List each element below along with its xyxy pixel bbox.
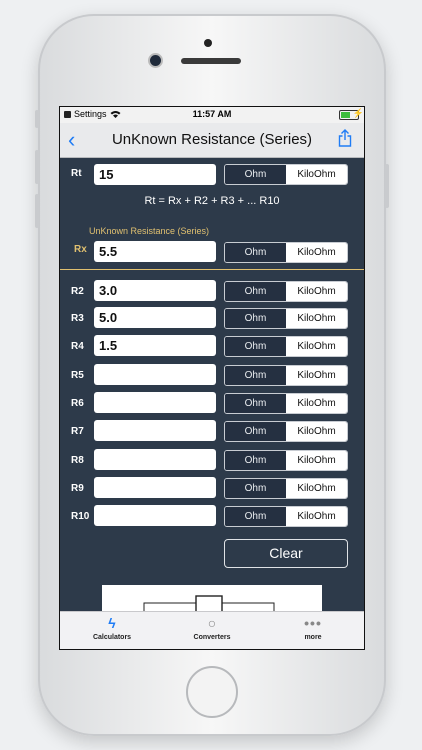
- resistor-input[interactable]: 3.0: [94, 280, 216, 301]
- bolt-circle-icon: ○: [207, 615, 217, 631]
- resistor-unit-selector[interactable]: Ohm KiloOhm: [224, 421, 348, 442]
- volume-down-button: [35, 194, 39, 228]
- resistor-input[interactable]: [94, 392, 216, 413]
- rt-label: Rt: [71, 168, 82, 179]
- app-screen: Settings 11:57 AM ⚡ ‹ UnKnown Resistance…: [59, 106, 365, 650]
- rt-ohm-option[interactable]: Ohm: [225, 165, 286, 184]
- tab-more[interactable]: ••• more: [273, 612, 353, 649]
- kiloohm-option[interactable]: KiloOhm: [286, 394, 347, 413]
- ohm-option[interactable]: Ohm: [225, 366, 286, 385]
- section-divider: [60, 269, 364, 270]
- ohm-option[interactable]: Ohm: [225, 282, 286, 301]
- resistor-unit-selector[interactable]: Ohm KiloOhm: [224, 365, 348, 386]
- ohm-option[interactable]: Ohm: [225, 394, 286, 413]
- resistor-label: R8: [71, 455, 84, 466]
- rx-kiloohm-option[interactable]: KiloOhm: [286, 243, 347, 262]
- kiloohm-option[interactable]: KiloOhm: [286, 337, 347, 356]
- rt-unit-selector[interactable]: Ohm KiloOhm: [224, 164, 348, 185]
- resistor-unit-selector[interactable]: Ohm KiloOhm: [224, 336, 348, 357]
- camera-lens: [150, 55, 161, 66]
- kiloohm-option[interactable]: KiloOhm: [286, 479, 347, 498]
- rx-result-field[interactable]: 5.5: [94, 241, 216, 262]
- kiloohm-option[interactable]: KiloOhm: [286, 282, 347, 301]
- rx-ohm-option[interactable]: Ohm: [225, 243, 286, 262]
- rt-kiloohm-option[interactable]: KiloOhm: [286, 165, 347, 184]
- resistor-input[interactable]: [94, 364, 216, 385]
- power-button: [385, 164, 389, 208]
- resistor-label: R5: [71, 370, 84, 381]
- resistor-input[interactable]: [94, 449, 216, 470]
- kiloohm-option[interactable]: KiloOhm: [286, 366, 347, 385]
- circuit-diagram: [102, 585, 322, 618]
- tab-bar: ϟ Calculators ○ Converters ••• more: [60, 611, 364, 649]
- rx-label: Rx: [74, 244, 87, 255]
- resistor-unit-selector[interactable]: Ohm KiloOhm: [224, 308, 348, 329]
- resistor-input[interactable]: [94, 420, 216, 441]
- kiloohm-option[interactable]: KiloOhm: [286, 451, 347, 470]
- tab-calculators-label: Calculators: [92, 634, 132, 641]
- tab-calculators[interactable]: ϟ Calculators: [72, 612, 152, 649]
- more-dots-icon: •••: [304, 615, 322, 631]
- rx-caption: UnKnown Resistance (Series): [89, 226, 210, 236]
- resistor-input[interactable]: [94, 477, 216, 498]
- ohm-option[interactable]: Ohm: [225, 507, 286, 526]
- resistor-label: R3: [71, 313, 84, 324]
- resistor-input[interactable]: [94, 505, 216, 526]
- formula-text: Rt = Rx + R2 + R3 + ... R10: [144, 195, 280, 207]
- charging-icon: ⚡: [352, 108, 364, 118]
- rt-input[interactable]: 15: [94, 164, 216, 185]
- resistor-label: R10: [71, 511, 90, 522]
- share-icon[interactable]: [338, 129, 352, 147]
- ohm-option[interactable]: Ohm: [225, 479, 286, 498]
- resistor-label: R4: [71, 341, 84, 352]
- resistor-label: R7: [71, 426, 84, 437]
- rx-unit-selector[interactable]: Ohm KiloOhm: [224, 242, 348, 263]
- mute-switch: [35, 110, 39, 128]
- volume-up-button: [35, 150, 39, 184]
- resistor-unit-selector[interactable]: Ohm KiloOhm: [224, 393, 348, 414]
- front-camera: [204, 39, 212, 47]
- kiloohm-option[interactable]: KiloOhm: [286, 422, 347, 441]
- resistor-unit-selector[interactable]: Ohm KiloOhm: [224, 281, 348, 302]
- ohm-option[interactable]: Ohm: [225, 422, 286, 441]
- status-bar: Settings 11:57 AM ⚡: [60, 107, 364, 123]
- ohm-option[interactable]: Ohm: [225, 337, 286, 356]
- home-button[interactable]: [186, 666, 238, 718]
- resistor-label: R6: [71, 398, 84, 409]
- resistor-unit-selector[interactable]: Ohm KiloOhm: [224, 478, 348, 499]
- clear-button[interactable]: Clear: [224, 539, 348, 568]
- status-time: 11:57 AM: [192, 109, 232, 119]
- page-title: UnKnown Resistance (Series): [111, 131, 313, 148]
- ohm-option[interactable]: Ohm: [225, 451, 286, 470]
- navigation-bar: ‹ UnKnown Resistance (Series): [60, 123, 364, 158]
- ohm-option[interactable]: Ohm: [225, 309, 286, 328]
- resistor-unit-selector[interactable]: Ohm KiloOhm: [224, 450, 348, 471]
- kiloohm-option[interactable]: KiloOhm: [286, 309, 347, 328]
- tab-more-label: more: [304, 634, 322, 641]
- resistor-label: R9: [71, 483, 84, 494]
- resistor-label: R2: [71, 286, 84, 297]
- tab-converters-label: Converters: [193, 634, 231, 641]
- resistor-input[interactable]: 1.5: [94, 335, 216, 356]
- tab-converters[interactable]: ○ Converters: [172, 612, 252, 649]
- earpiece-speaker: [181, 58, 241, 64]
- bolt-icon: ϟ: [108, 615, 116, 631]
- resistor-input[interactable]: 5.0: [94, 307, 216, 328]
- resistor-unit-selector[interactable]: Ohm KiloOhm: [224, 506, 348, 527]
- kiloohm-option[interactable]: KiloOhm: [286, 507, 347, 526]
